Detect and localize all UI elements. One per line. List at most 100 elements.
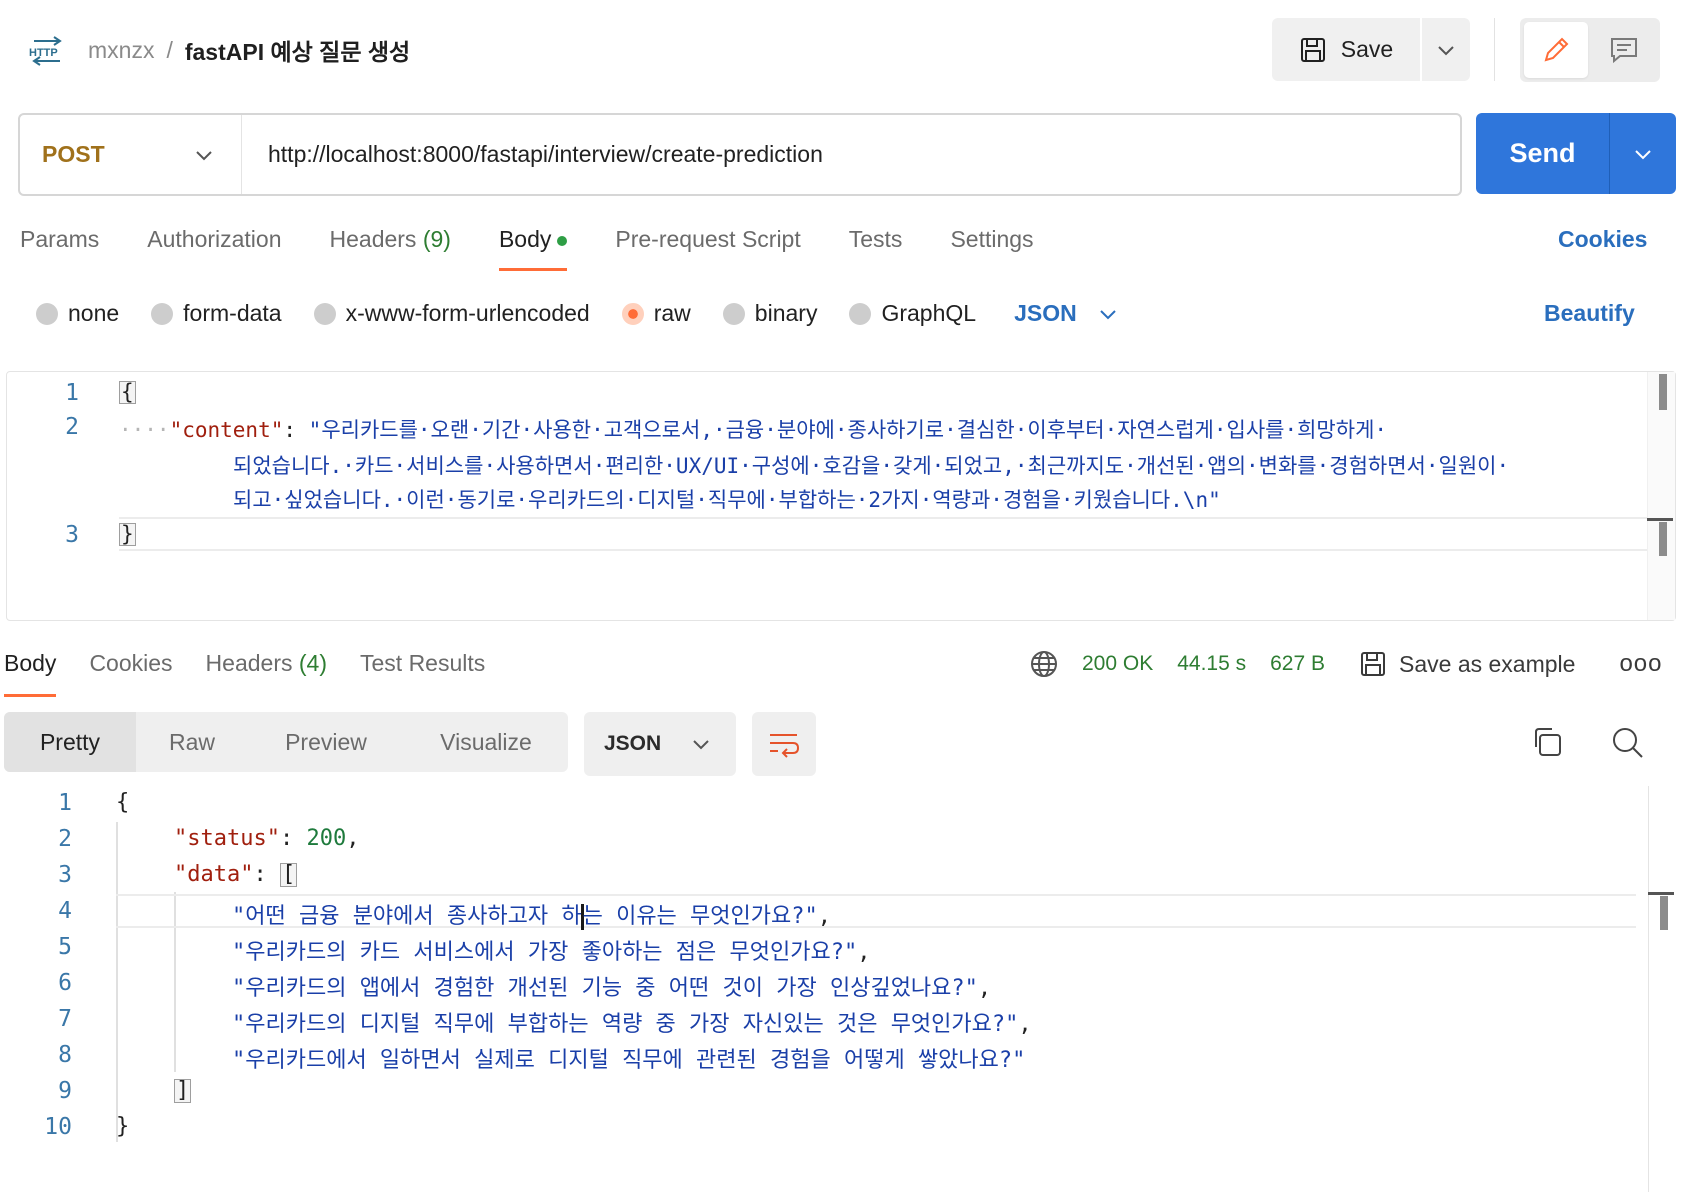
body-type-graphql[interactable]: GraphQL (849, 300, 976, 327)
json-number: 200 (306, 826, 347, 851)
body-type-none[interactable]: none (36, 300, 119, 327)
chevron-down-icon (196, 150, 212, 160)
indent-guide (116, 822, 118, 1142)
radio-circle-selected (621, 302, 644, 325)
code-line: "우리카드에서 일하면서 실제로 디지털 직무에 관련된 경험을 어떻게 쌓았나… (232, 1042, 1025, 1074)
json-key: "status" (174, 826, 280, 851)
json-string: "우리카드에서 일하면서 실제로 디지털 직무에 관련된 경험을 어떻게 쌓았나… (232, 1048, 1026, 1073)
view-raw[interactable]: Raw (136, 712, 248, 772)
response-meta: 200 OK 44.15 s 627 B Save as example ooo (1030, 650, 1662, 678)
tab-settings[interactable]: Settings (950, 226, 1033, 267)
response-size[interactable]: 627 B (1270, 652, 1325, 676)
tab-response-cookies[interactable]: Cookies (89, 650, 172, 691)
code-line-wrapped: 되었습니다.·카드·서비스를·사용하면서·편리한·UX/UI·구성에·호감을·갖… (233, 450, 1509, 480)
search-icon[interactable] (1610, 725, 1646, 766)
raw-format-select[interactable]: JSON (1014, 300, 1117, 327)
open-bracket: [ (279, 862, 298, 887)
beautify-button[interactable]: Beautify (1544, 300, 1635, 327)
comment-icon (1611, 38, 1637, 64)
response-tabs: Body Cookies Headers (4) Test Results (4, 650, 518, 697)
tab-label: Params (20, 226, 100, 252)
comma: , (817, 904, 831, 929)
json-key: "data" (174, 862, 254, 887)
response-time[interactable]: 44.15 s (1177, 652, 1246, 676)
request-name[interactable]: fastAPI 예상 질문 생성 (185, 33, 410, 67)
view-pretty[interactable]: Pretty (4, 712, 136, 772)
more-options-icon[interactable]: ooo (1619, 650, 1662, 678)
save-button[interactable]: Save (1272, 18, 1420, 81)
radio-label: none (68, 300, 120, 326)
tab-test-results[interactable]: Test Results (360, 650, 485, 691)
response-body-viewer[interactable]: 1 2 3 4 5 6 7 8 9 10 { "status": 200, "d… (0, 786, 1676, 1192)
active-line-highlight (119, 517, 1649, 551)
tab-tests[interactable]: Tests (849, 226, 903, 267)
raw-format-label: JSON (1014, 300, 1077, 326)
breadcrumb: mxnzx / fastAPI 예상 질문 생성 (88, 33, 410, 67)
body-type-binary[interactable]: binary (722, 300, 817, 327)
body-type-selector: none form-data x-www-form-urlencoded raw… (36, 300, 1117, 327)
body-type-raw[interactable]: raw (621, 300, 691, 327)
send-options-button[interactable] (1610, 113, 1676, 194)
scrollbar-cursor-mark (1647, 518, 1673, 521)
radio-circle (151, 302, 174, 325)
globe-icon[interactable] (1030, 650, 1058, 678)
json-string: 되었습니다.·카드·서비스를·사용하면서·편리한·UX/UI·구성에·호감을·갖… (233, 454, 1510, 478)
tab-authorization[interactable]: Authorization (147, 226, 281, 267)
line-number: 9 (58, 1078, 72, 1104)
tab-pre-request-script[interactable]: Pre-request Script (615, 226, 800, 267)
comma: , (857, 940, 871, 965)
url-input[interactable]: http://localhost:8000/fastapi/interview/… (242, 141, 823, 168)
request-body-editor[interactable]: 1 2 3 { ····"content": "우리카드를·오랜·기간·사용한·… (6, 371, 1676, 621)
cookies-link[interactable]: Cookies (1558, 226, 1647, 253)
tab-body[interactable]: Body (498, 226, 568, 271)
tab-params[interactable]: Params (20, 226, 99, 267)
save-as-example-button[interactable]: Save as example (1359, 650, 1575, 678)
line-number: 2 (65, 414, 79, 440)
close-brace: } (119, 522, 136, 546)
json-string: "우리카드를·오랜·기간·사용한·고객으로서,·금융·분야에·종사하기로·결심한… (308, 418, 1388, 442)
response-scrollbar[interactable] (1648, 786, 1649, 1192)
body-type-urlencoded[interactable]: x-www-form-urlencoded (313, 300, 590, 327)
line-number: 1 (65, 380, 79, 406)
code-line: ] (174, 1078, 192, 1103)
line-number: 2 (58, 826, 72, 852)
editor-scrollbar[interactable] (1647, 372, 1675, 620)
tab-label: Headers (205, 650, 293, 676)
json-string: 되고·싶었습니다.·이런·동기로·우리카드의·디지털·직무에·부합하는·2가지·… (233, 488, 1221, 512)
http-icon: HTTP (28, 36, 66, 66)
code-line: ····"content": "우리카드를·오랜·기간·사용한·고객으로서,·금… (119, 414, 1387, 444)
scrollbar-thumb[interactable] (1659, 522, 1667, 556)
code-line: "어떤 금융 분야에서 종사하고자 하는 이유는 무엇인가요?", (232, 898, 831, 930)
documentation-button[interactable] (1592, 22, 1656, 78)
body-type-form-data[interactable]: form-data (151, 300, 282, 327)
send-button-group: Send (1476, 113, 1676, 194)
response-format-select[interactable]: JSON (584, 712, 736, 776)
view-visualize[interactable]: Visualize (404, 712, 568, 772)
save-options-button[interactable] (1422, 18, 1470, 81)
tab-headers[interactable]: Headers (9) (330, 226, 451, 267)
breadcrumb-workspace[interactable]: mxnzx (88, 37, 154, 64)
code-line: "status": 200, (174, 826, 359, 851)
edit-mode-button[interactable] (1524, 22, 1588, 78)
save-icon (1300, 37, 1325, 62)
chevron-down-icon (1099, 309, 1116, 319)
breadcrumb-separator: / (166, 36, 173, 63)
tab-response-headers[interactable]: Headers (4) (206, 650, 327, 691)
tab-response-body[interactable]: Body (4, 650, 57, 697)
view-mode-toggle (1520, 18, 1660, 82)
tab-label: Body (4, 650, 57, 676)
headers-count: (4) (298, 650, 327, 676)
wrap-lines-button[interactable] (752, 712, 816, 776)
method-select[interactable]: POST (20, 115, 242, 194)
scrollbar-thumb[interactable] (1660, 896, 1668, 930)
view-preview[interactable]: Preview (248, 712, 404, 772)
code-line: } (119, 522, 136, 546)
scrollbar-thumb[interactable] (1659, 374, 1667, 410)
status-code[interactable]: 200 OK (1082, 652, 1153, 676)
send-button[interactable]: Send (1476, 113, 1610, 194)
colon: : (253, 862, 280, 887)
copy-icon[interactable] (1530, 725, 1564, 764)
json-key: "content" (169, 418, 284, 442)
code-line: { (116, 790, 129, 815)
code-line: "우리카드의 디지털 직무에 부합하는 역량 중 가장 자신있는 것은 무엇인가… (232, 1006, 1032, 1038)
